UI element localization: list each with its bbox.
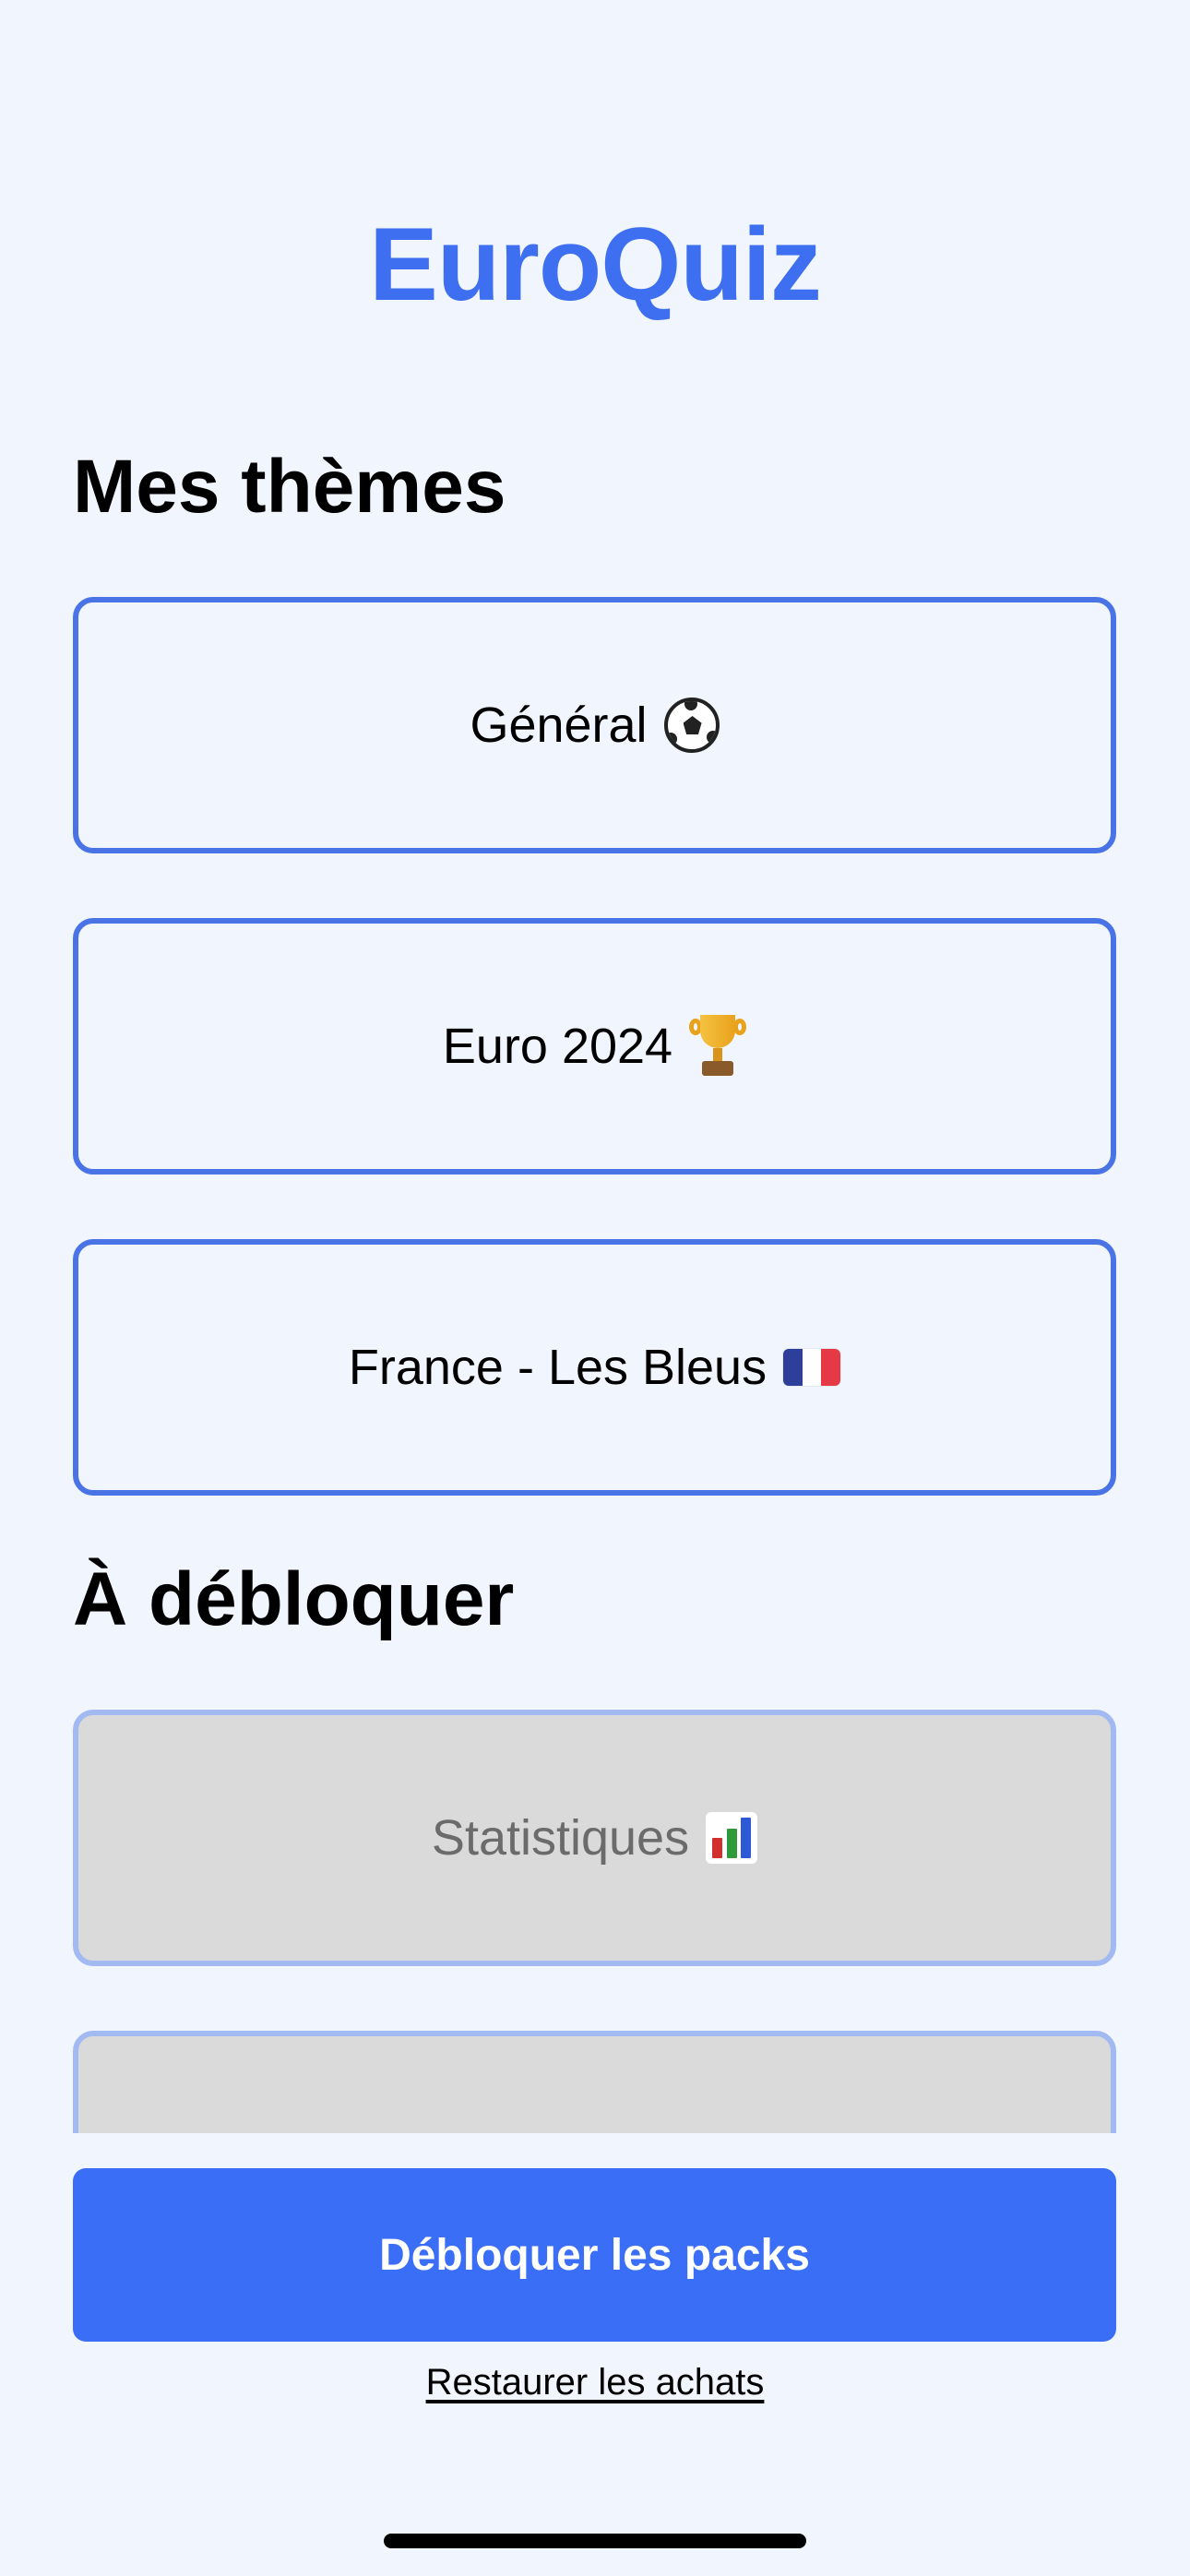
locked-card-statistiques[interactable]: Statistiques [73, 1710, 1116, 1966]
unlock-packs-button[interactable]: Débloquer les packs [73, 2168, 1116, 2342]
theme-card-label: Euro 2024 [442, 1019, 673, 1074]
soccer-ball-icon [663, 698, 720, 753]
theme-card-general[interactable]: Général [73, 597, 1116, 853]
bar-chart-icon [706, 1812, 758, 1864]
theme-list-scroll-area[interactable]: EuroQuiz Mes thèmes Général Euro 2024 Fr… [0, 0, 1190, 2133]
theme-card-france[interactable]: France - Les Bleus [73, 1239, 1116, 1496]
theme-card-euro-2024[interactable]: Euro 2024 [73, 918, 1116, 1175]
home-indicator[interactable] [384, 2534, 806, 2548]
locked-card-partial[interactable] [73, 2031, 1116, 2133]
restore-purchases-link[interactable]: Restaurer les achats [0, 2362, 1190, 2403]
my-themes-heading: Mes thèmes [73, 445, 506, 529]
france-flag-icon [783, 1349, 841, 1386]
theme-card-label: France - Les Bleus [348, 1340, 768, 1395]
trophy-icon [689, 1015, 747, 1078]
locked-themes-heading: À débloquer [73, 1557, 515, 1641]
theme-card-label: Statistiques [431, 1810, 690, 1866]
theme-card-label: Général [470, 698, 648, 753]
app-title: EuroQuiz [369, 207, 822, 322]
